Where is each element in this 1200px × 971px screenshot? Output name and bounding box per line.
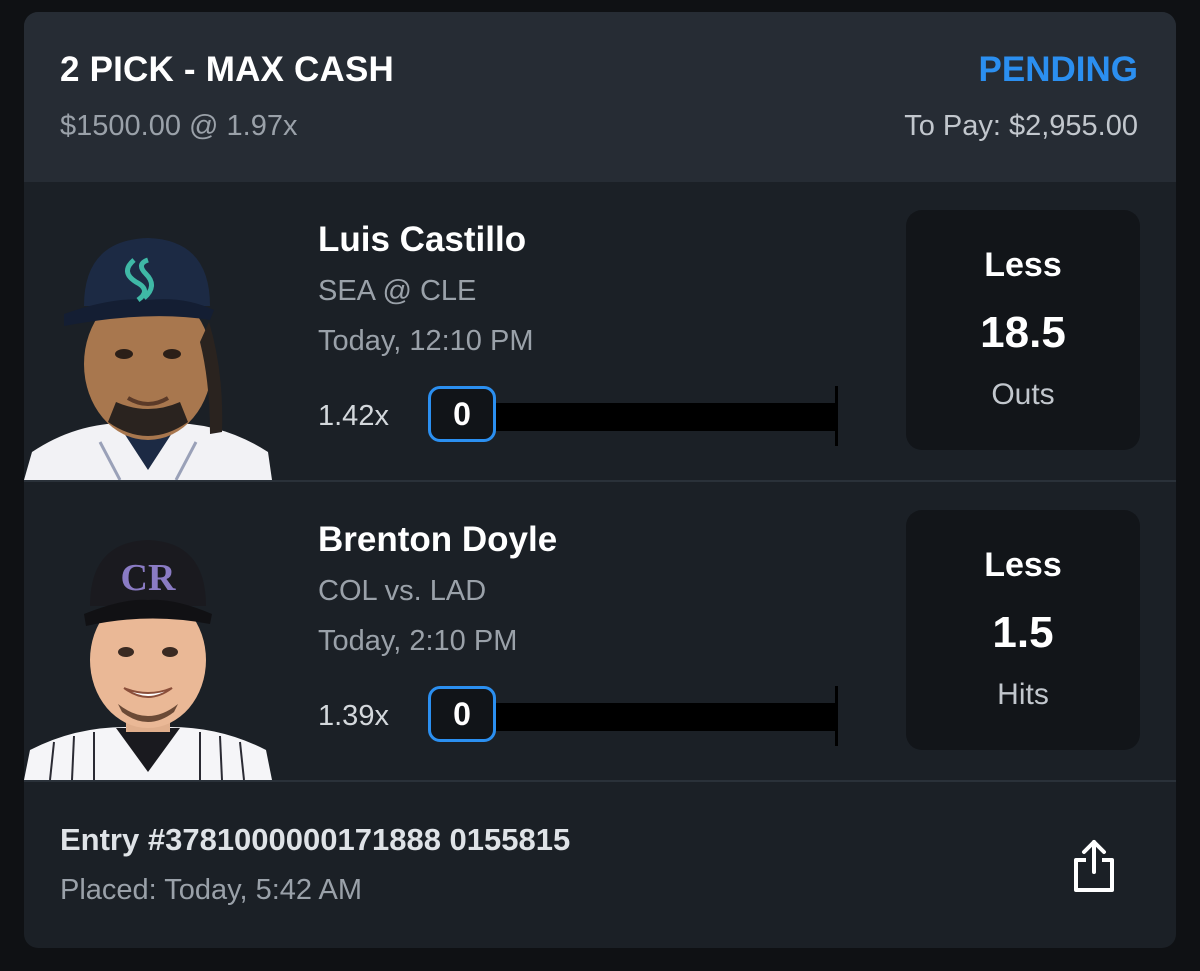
entry-title: 2 PICK - MAX CASH [60, 50, 394, 89]
game-time: Today, 2:10 PM [318, 625, 518, 657]
current-stat-value: 0 [428, 386, 496, 442]
entry-header: 2 PICK - MAX CASH PENDING $1500.00 @ 1.9… [24, 12, 1176, 182]
placed-time: Placed: Today, 5:42 AM [60, 874, 363, 906]
stat-type: Outs [991, 378, 1055, 411]
status-badge: PENDING [978, 50, 1138, 89]
pick-row[interactable]: Luis Castillo SEA @ CLE Today, 12:10 PM … [24, 182, 1176, 482]
game-time: Today, 12:10 PM [318, 325, 534, 357]
entry-id: Entry #3781000000171888 0155815 [60, 822, 571, 857]
progress-target-marker [835, 686, 838, 746]
player-name: Brenton Doyle [318, 520, 558, 559]
share-button[interactable] [1068, 838, 1120, 894]
projection-box: Less 18.5 Outs [906, 210, 1140, 450]
to-pay-amount: To Pay: $2,955.00 [904, 110, 1138, 142]
projection-line: 1.5 [992, 608, 1054, 657]
pick-row[interactable]: CR Brenton Doyle COL vs. LAD Today, 2:10… [24, 482, 1176, 782]
entry-card[interactable]: 2 PICK - MAX CASH PENDING $1500.00 @ 1.9… [24, 12, 1176, 948]
stat-progress-bar [494, 703, 836, 731]
stake-info: $1500.00 @ 1.97x [60, 110, 298, 142]
stat-type: Hits [997, 678, 1049, 711]
matchup: COL vs. LAD [318, 575, 487, 607]
projection-line: 18.5 [980, 308, 1066, 357]
player-headshot-rockies: CR [24, 502, 272, 780]
pick-multiplier: 1.39x [318, 700, 389, 732]
current-stat-value: 0 [428, 686, 496, 742]
stat-progress-bar [494, 403, 836, 431]
player-headshot-mariners [24, 202, 272, 480]
projection-box: Less 1.5 Hits [906, 510, 1140, 750]
entry-footer: Entry #3781000000171888 0155815 Placed: … [24, 782, 1176, 948]
progress-target-marker [835, 386, 838, 446]
pick-multiplier: 1.42x [318, 400, 389, 432]
pick-direction: Less [984, 546, 1062, 584]
pick-direction: Less [984, 246, 1062, 284]
svg-text:CR: CR [121, 557, 176, 599]
player-name: Luis Castillo [318, 220, 527, 259]
share-icon [1074, 840, 1114, 892]
matchup: SEA @ CLE [318, 275, 477, 307]
